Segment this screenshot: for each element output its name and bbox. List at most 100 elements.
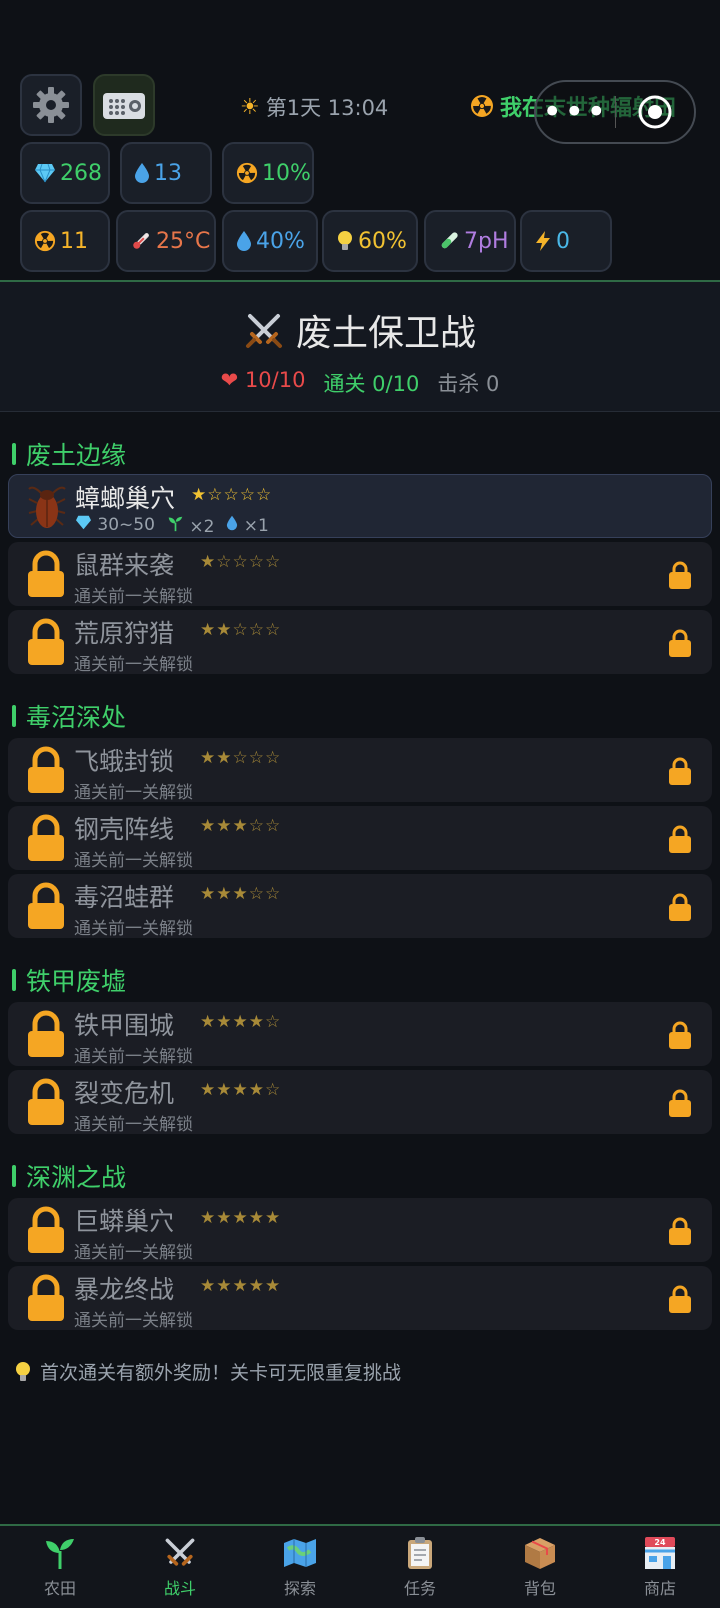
clear-stat: 通关 0/10	[323, 372, 420, 396]
ph-chip[interactable]: 7pH	[424, 210, 516, 272]
temperature-value: 25°C	[156, 228, 211, 254]
heart-icon: ❤	[220, 368, 239, 392]
nav-label: 任务	[403, 1579, 436, 1598]
unlock-hint: 通关前一关解锁	[74, 1311, 193, 1331]
padlock-icon	[669, 629, 691, 657]
nav-label: 探索	[283, 1579, 316, 1598]
level-card-locked[interactable]: 暴龙终战 ★★★★★ 通关前一关解锁	[8, 1266, 712, 1331]
level-card-locked[interactable]: 飞蛾封锁 ★★☆☆☆ 通关前一关解锁	[8, 738, 712, 803]
seed-reward: ×2	[167, 515, 214, 537]
radiation-chip[interactable]: 10%	[222, 142, 314, 204]
water-drop-icon	[135, 163, 149, 183]
kill-stat: 击杀 0	[437, 372, 500, 396]
water-reward: ×1	[226, 515, 269, 537]
zone-name: 废土边缘	[26, 441, 127, 470]
diamond-icon	[76, 515, 91, 530]
zone-header: 铁甲废墟	[12, 962, 126, 998]
game-clock: ☀ 第1天 13:04	[240, 92, 388, 122]
nav-tab-battle[interactable]: 战斗	[120, 1526, 240, 1608]
level-stars: ★☆☆☆☆	[191, 485, 273, 505]
zone-marker	[12, 443, 16, 465]
battle-title-text: 废土保卫战	[295, 313, 476, 354]
level-card-locked[interactable]: 巨蟒巢穴 ★★★★★ 通关前一关解锁	[8, 1198, 712, 1263]
tip-text: 首次通关有额外奖励！关卡可无限重复挑战	[40, 1362, 402, 1384]
zone-name: 毒沼深处	[26, 703, 127, 732]
level-card-locked[interactable]: 荒原狩猎 ★★☆☆☆ 通关前一关解锁	[8, 610, 712, 675]
level-name: 暴龙终战	[74, 1275, 175, 1304]
level-card-locked[interactable]: 毒沼蛙群 ★★★☆☆ 通关前一关解锁	[8, 874, 712, 939]
zone-marker	[12, 705, 16, 727]
nav-tab-backpack[interactable]: 背包	[480, 1526, 600, 1608]
radiation-icon	[471, 95, 493, 117]
level-name: 钢壳阵线	[74, 815, 175, 844]
padlock-icon	[28, 1010, 64, 1057]
nav-label: 背包	[523, 1579, 556, 1598]
tip-message: 首次通关有额外奖励！关卡可无限重复挑战	[14, 1358, 401, 1385]
padlock-icon	[28, 746, 64, 793]
unlock-hint: 通关前一关解锁	[74, 851, 193, 871]
more-menu-button[interactable]: •••	[536, 95, 615, 129]
padlock-icon	[28, 882, 64, 929]
padlock-icon	[28, 618, 64, 665]
level-card-locked[interactable]: 钢壳阵线 ★★★☆☆ 通关前一关解锁	[8, 806, 712, 871]
level-stars: ★★☆☆☆	[200, 620, 282, 640]
padlock-icon	[669, 893, 691, 921]
level-card[interactable]: 蟑螂巢穴 ★☆☆☆☆ 30~50 ×2 ×1	[8, 474, 712, 538]
nav-tab-tasks[interactable]: 任务	[360, 1526, 480, 1608]
radio-button[interactable]	[93, 74, 155, 136]
level-card-locked[interactable]: 鼠群来袭 ★☆☆☆☆ 通关前一关解锁	[8, 542, 712, 607]
nav-tab-farm[interactable]: 农田	[0, 1526, 120, 1608]
clock-text: 第1天 13:04	[265, 96, 389, 120]
nav-tab-explore[interactable]: 探索	[240, 1526, 360, 1608]
zone-name: 深渊之战	[26, 1163, 127, 1192]
padlock-icon	[28, 1206, 64, 1253]
seed-reward-value: ×2	[189, 517, 215, 537]
water-drop-icon	[237, 231, 251, 251]
radiation-icon	[236, 162, 258, 184]
water-value: 13	[154, 160, 182, 186]
radiation-points-chip[interactable]: 11	[20, 210, 110, 272]
crossed-swords-icon	[165, 1538, 195, 1566]
sprout-icon	[168, 516, 183, 532]
radiation-icon	[34, 230, 56, 252]
padlock-icon	[28, 1078, 64, 1125]
gem-reward-value: 30~50	[97, 515, 155, 535]
power-chip[interactable]: 0	[520, 210, 612, 272]
battle-title: 废土保卫战	[0, 304, 720, 356]
unlock-hint: 通关前一关解锁	[74, 587, 193, 607]
level-name: 蟑螂巢穴	[75, 484, 176, 513]
lightbulb-icon	[338, 231, 352, 250]
battle-header: 废土保卫战 ❤ 10/10 通关 0/10 击杀 0	[0, 282, 720, 412]
unlock-hint: 通关前一关解锁	[74, 919, 193, 939]
gems-chip[interactable]: 268	[20, 142, 110, 204]
humidity-value: 40%	[256, 228, 305, 254]
target-circle-icon	[638, 95, 672, 129]
nav-tab-store[interactable]: 24 商店	[600, 1526, 720, 1608]
close-mini-program-button[interactable]	[616, 94, 695, 130]
light-chip[interactable]: 60%	[322, 210, 418, 272]
lightning-icon	[536, 231, 550, 251]
level-card-locked[interactable]: 裂变危机 ★★★★☆ 通关前一关解锁	[8, 1070, 712, 1135]
level-name: 巨蟒巢穴	[74, 1207, 175, 1236]
water-reward-value: ×1	[243, 516, 269, 536]
test-tube-icon	[441, 232, 458, 249]
level-stars: ★★★☆☆	[200, 816, 282, 836]
level-stars: ★★★☆☆	[200, 884, 282, 904]
clipboard-icon	[408, 1537, 432, 1569]
water-chip[interactable]: 13	[120, 142, 212, 204]
crossed-swords-icon	[245, 314, 282, 348]
settings-button[interactable]	[20, 74, 82, 136]
level-stars: ★☆☆☆☆	[200, 552, 282, 572]
thermometer-icon	[133, 233, 149, 249]
radio-icon	[103, 93, 145, 119]
level-stars: ★★★★★	[200, 1276, 282, 1296]
level-card-locked[interactable]: 铁甲围城 ★★★★☆ 通关前一关解锁	[8, 1002, 712, 1067]
padlock-icon	[669, 1089, 691, 1117]
temperature-chip[interactable]: 25°C	[116, 210, 216, 272]
radiation-percent-value: 10%	[262, 160, 311, 186]
humidity-chip[interactable]: 40%	[222, 210, 318, 272]
hp-stat: ❤ 10/10	[221, 368, 306, 398]
unlock-hint: 通关前一关解锁	[74, 1243, 193, 1263]
level-stars: ★★★★☆	[200, 1012, 282, 1032]
mini-program-capsule: •••	[534, 80, 696, 144]
